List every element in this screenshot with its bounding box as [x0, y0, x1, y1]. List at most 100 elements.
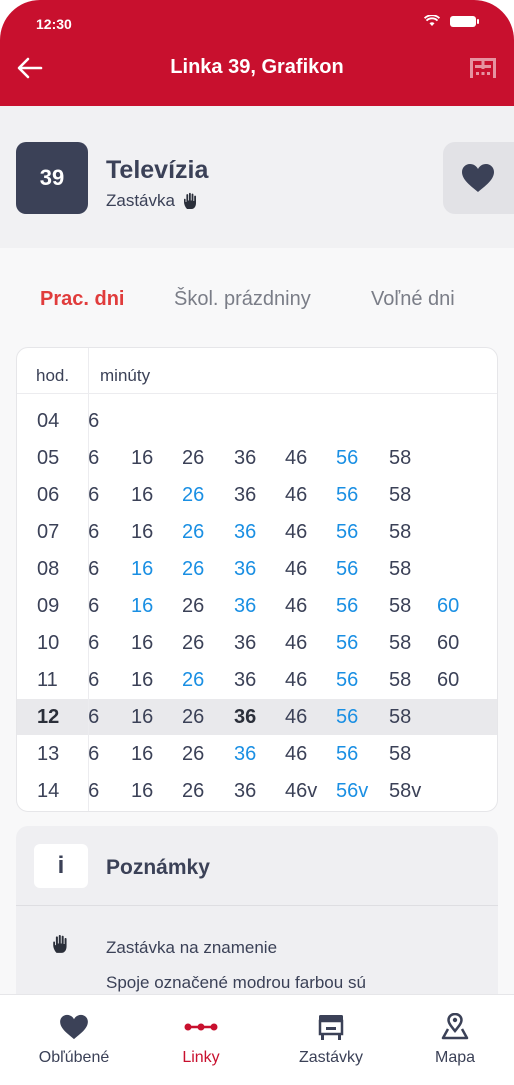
departure-minute[interactable]: 06 — [89, 558, 99, 581]
departure-minute[interactable]: 06 — [89, 521, 99, 544]
departure-minute[interactable]: 06 — [89, 484, 99, 507]
departure-minute[interactable]: 06 — [89, 632, 99, 655]
minutes-cell: 06 16 26 36 46 56 58 — [89, 477, 497, 513]
departure-minute[interactable]: 56 — [336, 632, 358, 655]
departure-minute[interactable]: 16 — [131, 706, 153, 729]
departure-minute[interactable]: 16 — [131, 558, 153, 581]
departure-minute[interactable]: 26 — [182, 669, 204, 692]
nav-map[interactable]: Mapa — [395, 1013, 514, 1067]
departure-minute[interactable]: 06 — [89, 447, 99, 470]
departure-minute[interactable]: 58 — [389, 595, 411, 618]
departure-minute[interactable]: 16 — [131, 447, 153, 470]
departure-minute[interactable]: 26 — [182, 447, 204, 470]
departure-minute[interactable]: 06 — [89, 780, 99, 803]
departure-minute[interactable]: 16 — [131, 669, 153, 692]
tab-days-off[interactable]: Voľné dni — [371, 288, 455, 311]
departure-minute[interactable]: 58 — [389, 743, 411, 766]
departure-minute[interactable]: 58 — [389, 521, 411, 544]
nav-favorites[interactable]: Obľúbené — [14, 1013, 134, 1067]
departure-minute[interactable]: 26 — [182, 521, 204, 544]
departure-minute[interactable]: 26 — [182, 558, 204, 581]
departure-minute[interactable]: 26 — [182, 706, 204, 729]
departure-minute[interactable]: 46 — [285, 521, 307, 544]
departure-minute[interactable]: 56 — [336, 669, 358, 692]
departure-minute[interactable]: 46 — [285, 669, 307, 692]
departure-minute[interactable]: 56 — [336, 521, 358, 544]
line-route-icon — [184, 1023, 218, 1031]
departure-minute[interactable]: 58 — [389, 632, 411, 655]
nav-label: Zastávky — [298, 1049, 363, 1066]
departure-minute[interactable]: 16 — [131, 595, 153, 618]
departure-minute[interactable]: 26 — [182, 595, 204, 618]
departure-minute[interactable]: 56 — [336, 706, 358, 729]
table-row: 09 06 16 26 36 46 56 58 60 — [17, 588, 497, 624]
departure-minute[interactable]: 60 — [437, 669, 459, 692]
departure-minute[interactable]: 46 — [285, 743, 307, 766]
departure-minute[interactable]: 36 — [234, 632, 256, 655]
departure-minute[interactable]: 56 — [336, 743, 358, 766]
departure-minute[interactable]: 46 — [285, 632, 307, 655]
departure-minute[interactable]: 36 — [234, 521, 256, 544]
departure-minute[interactable]: 06 — [89, 410, 99, 433]
nav-stops[interactable]: Zastávky — [271, 1013, 391, 1067]
departure-minute[interactable]: 46 — [285, 706, 307, 729]
heart-icon — [462, 164, 494, 192]
departure-minute[interactable]: 26 — [182, 743, 204, 766]
favorite-button[interactable] — [443, 142, 514, 214]
departure-minute[interactable]: 16 — [131, 743, 153, 766]
departure-minute[interactable]: 36 — [234, 669, 256, 692]
departure-minute[interactable]: 46 — [285, 595, 307, 618]
departure-minute[interactable]: 16 — [131, 780, 153, 803]
departure-minute[interactable]: 56v — [336, 780, 368, 803]
departure-minute[interactable]: 58v — [389, 780, 421, 803]
departure-minute[interactable]: 46v — [285, 780, 317, 803]
departure-minute[interactable]: 36 — [234, 595, 256, 618]
departure-minute[interactable]: 36 — [234, 706, 256, 729]
app-screen: 12:30 Linka 39, Grafikon 39 Televízia Za… — [0, 0, 514, 1085]
departure-minute[interactable]: 46 — [285, 484, 307, 507]
battery-icon — [450, 15, 479, 27]
hour-cell: 13 — [37, 743, 60, 765]
departure-minute[interactable]: 36 — [234, 780, 256, 803]
minutes-cell: 06 16 26 36 46 56 58 — [89, 736, 497, 772]
departure-minute[interactable]: 58 — [389, 558, 411, 581]
departure-minute[interactable]: 58 — [389, 484, 411, 507]
nav-label: Obľúbené — [38, 1049, 110, 1066]
departure-minute[interactable]: 46 — [285, 447, 307, 470]
table-row: 07 06 16 26 36 46 56 58 — [17, 514, 497, 550]
wifi-icon — [424, 15, 440, 26]
tab-working-days[interactable]: Prac. dni — [40, 288, 124, 311]
departure-minute[interactable]: 06 — [89, 743, 99, 766]
departure-minute[interactable]: 60 — [437, 595, 459, 618]
departure-minute[interactable]: 56 — [336, 595, 358, 618]
departure-minute[interactable]: 06 — [89, 595, 99, 618]
minutes-cell: 06 16 26 36 46 56 58 60 — [89, 588, 497, 624]
departure-minute[interactable]: 58 — [389, 706, 411, 729]
timetable-view-button[interactable] — [466, 52, 500, 84]
stop-name: Televízia — [106, 156, 209, 184]
hour-cell: 04 — [37, 410, 60, 432]
departure-minute[interactable]: 16 — [131, 632, 153, 655]
departure-minute[interactable]: 56 — [336, 447, 358, 470]
departure-minute[interactable]: 16 — [131, 484, 153, 507]
departure-minute[interactable]: 58 — [389, 669, 411, 692]
hour-cell: 06 — [37, 484, 60, 506]
departure-minute[interactable]: 36 — [234, 558, 256, 581]
departure-minute[interactable]: 36 — [234, 743, 256, 766]
timetable-table[interactable]: hod. minúty 04 06 05 06 16 26 36 46 56 58 06 06 16 26… — [16, 347, 498, 812]
departure-minute[interactable]: 56 — [336, 558, 358, 581]
departure-minute[interactable]: 06 — [89, 706, 99, 729]
departure-minute[interactable]: 16 — [131, 521, 153, 544]
departure-minute[interactable]: 26 — [182, 484, 204, 507]
departure-minute[interactable]: 56 — [336, 484, 358, 507]
departure-minute[interactable]: 26 — [182, 632, 204, 655]
departure-minute[interactable]: 46 — [285, 558, 307, 581]
departure-minute[interactable]: 26 — [182, 780, 204, 803]
departure-minute[interactable]: 60 — [437, 632, 459, 655]
departure-minute[interactable]: 58 — [389, 447, 411, 470]
tab-school-holidays[interactable]: Škol. prázdniny — [174, 288, 311, 311]
departure-minute[interactable]: 36 — [234, 447, 256, 470]
departure-minute[interactable]: 06 — [89, 669, 99, 692]
nav-lines[interactable]: Linky — [141, 1013, 261, 1067]
departure-minute[interactable]: 36 — [234, 484, 256, 507]
